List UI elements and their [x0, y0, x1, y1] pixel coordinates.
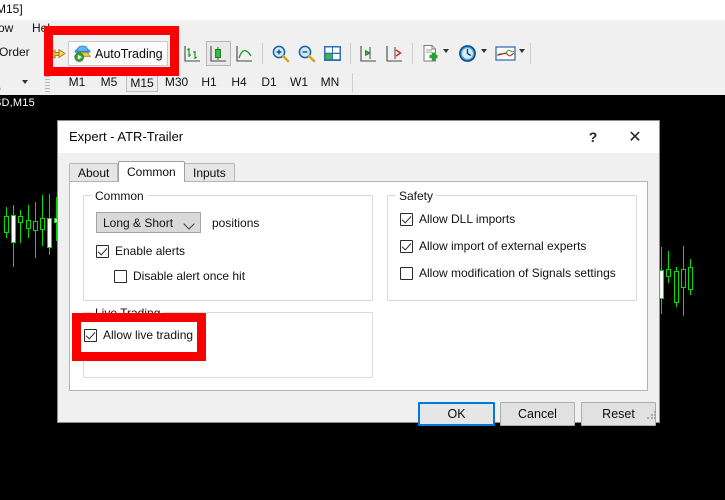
toolbar-separator-4 — [530, 43, 531, 64]
resize-grip[interactable] — [646, 410, 656, 420]
tab-inputs[interactable]: Inputs — [184, 163, 235, 182]
timeframe-m15[interactable]: M15 — [126, 73, 158, 92]
toolbar-grip[interactable] — [171, 43, 176, 64]
disable-alert-once-hit-label: Disable alert once hit — [133, 269, 245, 283]
common-tab-page: Common Long & Short positions Enable ale… — [69, 181, 648, 391]
positions-select-value: Long & Short — [103, 216, 173, 230]
timeframe-toolbar: , M1 M5 M15 M30 H1 H4 D1 W1 MN — [0, 70, 725, 96]
positions-select[interactable]: Long & Short — [96, 212, 201, 233]
autotrading-icon — [73, 45, 92, 62]
enable-alerts-checkbox[interactable]: Enable alerts — [96, 244, 185, 258]
menu-item-help[interactable]: Hel — [32, 21, 50, 35]
menu-item-window[interactable]: ow — [0, 21, 13, 35]
live-trading-group-title: Live Trading — [92, 306, 163, 320]
checkbox-box — [400, 267, 413, 280]
ok-button[interactable]: OK — [418, 402, 495, 426]
autotrading-button[interactable]: AutoTrading — [68, 41, 168, 66]
auto-scroll-icon[interactable] — [382, 41, 407, 66]
checkbox-box — [96, 245, 109, 258]
indicator-list-chevron-down-icon[interactable] — [519, 49, 525, 53]
toolbar-separator — [262, 43, 263, 64]
allow-dll-imports-checkbox[interactable]: Allow DLL imports — [400, 212, 515, 226]
window-title-text: M15] — [0, 2, 23, 16]
allow-live-trading-label-overlay: Allow live trading — [103, 328, 193, 342]
help-icon[interactable]: ? — [573, 121, 613, 153]
toolbar-separator-2 — [350, 43, 351, 64]
bar-chart-icon[interactable] — [180, 41, 205, 66]
zoom-out-icon[interactable] — [294, 41, 319, 66]
checkbox-box — [84, 329, 97, 342]
period-chevron-down-icon[interactable] — [481, 49, 487, 53]
checkbox-box — [400, 240, 413, 253]
tab-about[interactable]: About — [69, 163, 118, 182]
allow-modification-signals-checkbox[interactable]: Allow modification of Signals settings — [400, 266, 616, 280]
main-toolbar: Order AutoTrading — [0, 37, 725, 71]
window-titlebar: M15] — [0, 0, 725, 20]
allow-dll-imports-label: Allow DLL imports — [419, 212, 515, 226]
toolbar-separator-3 — [412, 43, 413, 64]
common-group: Common Long & Short positions Enable ale… — [83, 195, 373, 301]
chart-shift-icon[interactable] — [356, 41, 381, 66]
zoom-in-icon[interactable] — [268, 41, 293, 66]
tab-common[interactable]: Common — [118, 161, 185, 182]
new-template-chevron-down-icon[interactable] — [443, 49, 449, 53]
disable-alert-once-hit-checkbox[interactable]: Disable alert once hit — [114, 269, 245, 283]
timeframe-m5[interactable]: M5 — [94, 73, 124, 92]
period-separator-icon[interactable] — [455, 41, 480, 66]
new-order-label[interactable]: Order — [0, 45, 30, 59]
allow-import-external-experts-checkbox[interactable]: Allow import of external experts — [400, 239, 586, 253]
symbol-combo-label[interactable]: , — [0, 78, 1, 92]
chevron-down-icon — [183, 218, 194, 229]
close-icon[interactable]: ✕ — [615, 121, 655, 153]
chart-symbol-label: SD,M15 — [0, 97, 35, 109]
checkbox-box — [114, 270, 127, 283]
new-order-icon[interactable] — [46, 41, 68, 66]
cancel-button[interactable]: Cancel — [500, 402, 575, 426]
autotrading-label: AutoTrading — [95, 47, 163, 61]
live-trading-group: Live Trading Allow live trading — [83, 312, 373, 378]
timeframe-h1[interactable]: H1 — [195, 73, 223, 92]
timeframe-mn[interactable]: MN — [315, 73, 345, 92]
allow-modification-signals-label: Allow modification of Signals settings — [419, 266, 616, 280]
new-template-icon[interactable] — [418, 41, 443, 66]
symbol-chevron-down-icon[interactable] — [22, 80, 28, 84]
dialog-body: About Common Inputs Common Long & Short … — [58, 153, 659, 422]
enable-alerts-label: Enable alerts — [115, 244, 185, 258]
reset-button[interactable]: Reset — [581, 402, 656, 426]
dialog-title: Expert - ATR-Trailer — [69, 129, 183, 144]
allow-live-trading-checkbox-overlay[interactable]: Allow live trading — [84, 328, 193, 342]
timeframe-m30[interactable]: M30 — [160, 73, 193, 92]
tile-windows-icon[interactable] — [320, 41, 345, 66]
timeframe-separator — [352, 73, 353, 92]
common-group-title: Common — [92, 189, 147, 203]
safety-group: Safety Allow DLL imports Allow import of… — [387, 195, 637, 301]
timeframe-w1[interactable]: W1 — [285, 73, 313, 92]
timeframe-grip[interactable] — [45, 73, 50, 92]
indicator-list-icon[interactable] — [493, 41, 518, 66]
mt4-application-window: M15] ow Hel Order — [0, 0, 725, 500]
checkbox-box — [400, 213, 413, 226]
dialog-titlebar[interactable]: Expert - ATR-Trailer ? ✕ — [58, 121, 659, 153]
menu-bar: ow Hel — [0, 20, 725, 38]
positions-label: positions — [212, 216, 259, 230]
expert-properties-dialog: Expert - ATR-Trailer ? ✕ About Common In… — [57, 120, 660, 423]
timeframe-m1[interactable]: M1 — [62, 73, 92, 92]
timeframe-h4[interactable]: H4 — [225, 73, 253, 92]
safety-group-title: Safety — [396, 189, 436, 203]
line-chart-icon[interactable] — [232, 41, 257, 66]
candlestick-chart-icon[interactable] — [206, 41, 231, 66]
allow-import-external-experts-label: Allow import of external experts — [419, 239, 586, 253]
timeframe-d1[interactable]: D1 — [255, 73, 283, 92]
